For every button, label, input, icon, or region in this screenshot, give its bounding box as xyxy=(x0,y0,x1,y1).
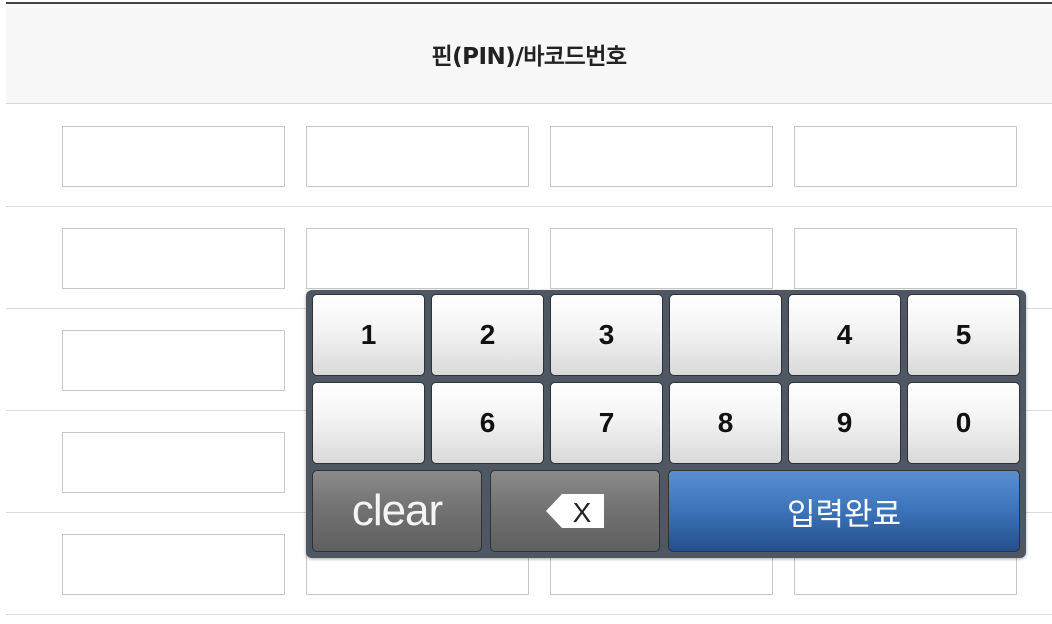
pin-input-r1-c3[interactable] xyxy=(550,126,773,187)
virtual-keypad: 1 2 3 4 5 6 7 8 9 0 clear X 입력완료 xyxy=(306,290,1026,558)
key-blank-1[interactable] xyxy=(669,294,782,376)
row-divider xyxy=(6,206,1052,207)
key-4[interactable]: 4 xyxy=(788,294,901,376)
pin-input-r4-c1[interactable] xyxy=(62,432,285,493)
key-7[interactable]: 7 xyxy=(550,382,663,464)
row-divider xyxy=(6,614,1052,615)
pin-input-r2-c3[interactable] xyxy=(550,228,773,289)
pin-input-r2-c1[interactable] xyxy=(62,228,285,289)
backspace-button[interactable]: X xyxy=(490,470,660,552)
key-9[interactable]: 9 xyxy=(788,382,901,464)
backspace-icon: X xyxy=(544,492,606,530)
pin-input-r3-c1[interactable] xyxy=(62,330,285,391)
key-6[interactable]: 6 xyxy=(431,382,544,464)
header-bar: 핀(PIN)/바코드번호 xyxy=(6,2,1052,104)
backspace-glyph: X xyxy=(573,497,592,528)
key-1[interactable]: 1 xyxy=(312,294,425,376)
pin-input-r1-c1[interactable] xyxy=(62,126,285,187)
confirm-button[interactable]: 입력완료 xyxy=(668,470,1020,552)
key-blank-2[interactable] xyxy=(312,382,425,464)
pin-input-r5-c1[interactable] xyxy=(62,534,285,595)
page-title: 핀(PIN)/바코드번호 xyxy=(431,43,627,70)
key-3[interactable]: 3 xyxy=(550,294,663,376)
key-2[interactable]: 2 xyxy=(431,294,544,376)
pin-input-r2-c4[interactable] xyxy=(794,228,1017,289)
pin-input-r1-c4[interactable] xyxy=(794,126,1017,187)
clear-button[interactable]: clear xyxy=(312,470,482,552)
pin-input-r1-c2[interactable] xyxy=(306,126,529,187)
pin-input-r2-c2[interactable] xyxy=(306,228,529,289)
key-5[interactable]: 5 xyxy=(907,294,1020,376)
key-0[interactable]: 0 xyxy=(907,382,1020,464)
key-8[interactable]: 8 xyxy=(669,382,782,464)
